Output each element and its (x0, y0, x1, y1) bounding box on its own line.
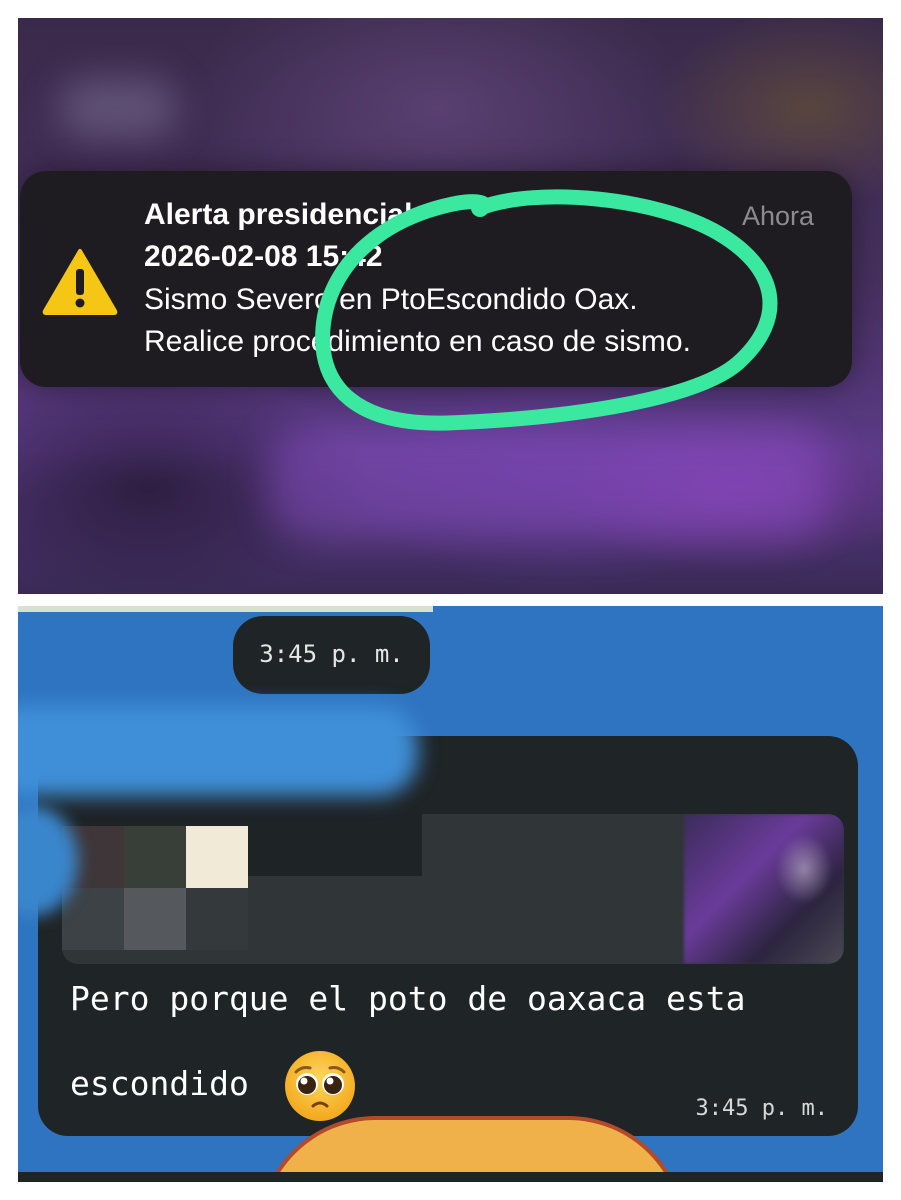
time-separator-label: 3:45 p. m. (259, 640, 404, 668)
blurred-background-widget (268, 428, 828, 538)
message-bubble[interactable]: Pero porque el poto de oaxaca esta escon… (38, 736, 858, 1136)
censored-pixel-block (186, 888, 248, 950)
alert-datetime: 2026-02-08 15:42 (144, 240, 383, 273)
alert-time: Ahora (741, 201, 814, 231)
warning-triangle-icon (42, 249, 118, 315)
emergency-alert-notification[interactable]: Alerta presidencial 2026-02-08 15:42 Sis… (20, 171, 852, 387)
next-message-bubble (18, 1172, 883, 1182)
alert-title: Alerta presidencial (144, 198, 413, 231)
chat-panel: 3:45 p. m. Pero porque el poto de oaxaca… (18, 606, 883, 1182)
link-preview-thumbnail (684, 814, 844, 964)
censored-pixel-block (62, 888, 124, 950)
message-text-line-2: escondido (70, 1064, 249, 1103)
message-text-line-1: Pero porque el poto de oaxaca esta (70, 979, 746, 1018)
blurred-sender-area (18, 706, 418, 796)
time-separator-chip: 3:45 p. m. (233, 616, 430, 694)
blurred-background (58, 78, 178, 138)
censored-pixel-block (124, 826, 186, 888)
quoted-link-preview[interactable] (62, 814, 844, 964)
alert-message-line-2: Realice procedimiento en caso de sismo. (144, 325, 691, 358)
lockscreen-panel: Alerta presidencial 2026-02-08 15:42 Sis… (18, 18, 883, 594)
censored-pixel-block (124, 888, 186, 950)
pleading-face-emoji (285, 1051, 355, 1121)
message-timestamp: 3:45 p. m. (695, 1096, 828, 1121)
alert-message-line-1: Sismo Severo en PtoEscondido Oax. (144, 283, 638, 316)
previous-message-edge (18, 606, 433, 612)
image-divider (0, 594, 901, 606)
censored-pixel-block (186, 826, 248, 888)
